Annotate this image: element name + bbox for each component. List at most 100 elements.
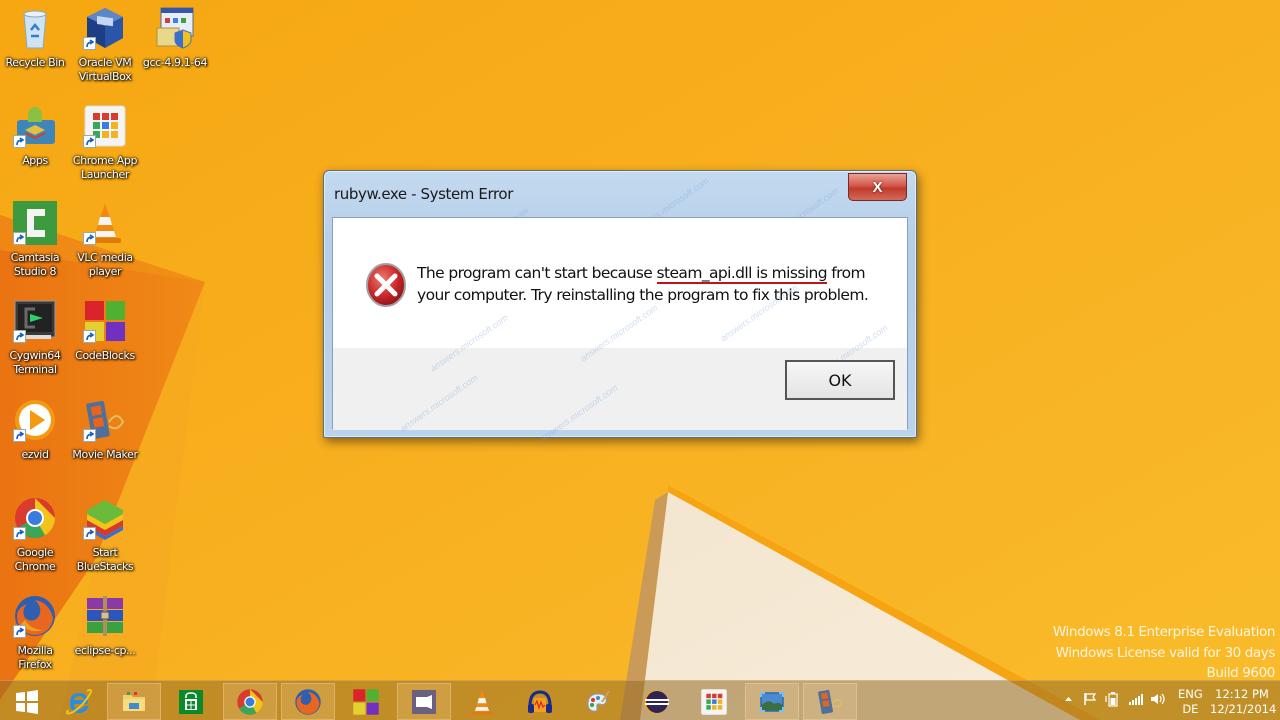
error-message: The program can't start because steam_ap… — [417, 262, 887, 306]
taskbar-file-explorer[interactable] — [107, 683, 161, 720]
watermark-license: Windows License valid for 30 days — [1055, 644, 1276, 661]
winrar-archive-icon — [83, 594, 127, 638]
camtasia-icon — [13, 201, 57, 245]
vlc-icon — [471, 688, 493, 715]
desktop-icon-label: Google Chrome — [14, 546, 56, 573]
chrome-icon — [237, 688, 263, 715]
close-button[interactable]: X — [848, 173, 907, 201]
shortcut-arrow-icon — [83, 135, 96, 148]
desktop-icon-label: Start BlueStacks — [76, 546, 134, 573]
desktop-icon-movie-maker[interactable]: Movie Maker — [70, 398, 140, 462]
battery-button[interactable] — [1105, 690, 1119, 708]
shortcut-arrow-icon — [83, 37, 96, 50]
taskbar-camtasia-recorder[interactable] — [397, 683, 451, 720]
shortcut-arrow-icon — [13, 625, 26, 638]
shortcut-arrow-icon — [13, 527, 26, 540]
bluestacks-icon — [83, 496, 127, 540]
watermark-edition: Windows 8.1 Enterprise Evaluation — [1052, 624, 1275, 640]
taskbar-firefox[interactable] — [281, 683, 335, 720]
desktop-icon-bluestacks[interactable]: Start BlueStacks — [70, 496, 140, 574]
language-primary: ENG — [1178, 687, 1203, 701]
shortcut-arrow-icon — [13, 330, 26, 343]
close-icon: X — [872, 178, 883, 196]
desktop-icon-recycle-bin[interactable]: Recycle Bin — [0, 6, 70, 70]
desktop-icon-vlc[interactable]: VLC media player — [70, 201, 140, 279]
taskbar-codeblocks[interactable] — [339, 683, 393, 720]
firefox-icon — [295, 688, 321, 715]
language-secondary: DE — [1182, 702, 1199, 716]
firefox-icon — [13, 594, 57, 638]
bluestacks-apps-icon — [13, 104, 57, 148]
terminal-icon — [13, 299, 57, 343]
movie-maker-icon — [818, 689, 843, 714]
windows-logo-icon — [16, 689, 38, 714]
desktop-icon-chrome-app-launcher[interactable]: Chrome App Launcher — [70, 104, 140, 182]
volume-button[interactable] — [1150, 692, 1168, 706]
flag-icon — [1084, 693, 1097, 705]
dialog-content: The program can't start because steam_ap… — [332, 217, 908, 443]
desktop-icon-label: eclipse-cp... — [74, 644, 136, 657]
desktop-icon-apps[interactable]: Apps — [0, 104, 70, 168]
dialog-title: rubyw.exe - System Error — [334, 185, 513, 203]
vlc-icon — [83, 201, 127, 245]
clock-date: 12/21/2014 — [1210, 702, 1277, 716]
desktop-icon-eclipse-archive[interactable]: eclipse-cp... — [70, 594, 140, 658]
desktop-icon-label: Recycle Bin — [5, 56, 65, 69]
desktop-icon-label: VLC media player — [77, 251, 133, 278]
desktop-icon-google-chrome[interactable]: Google Chrome — [0, 496, 70, 574]
shortcut-arrow-icon — [83, 232, 96, 245]
taskbar-vlc[interactable] — [455, 683, 509, 720]
taskbar-chrome-app-launcher[interactable] — [687, 683, 741, 720]
desktop-icon-label: gcc-4.9.1-64 — [142, 56, 208, 69]
speaker-icon — [1151, 693, 1165, 705]
audacity-icon — [528, 689, 552, 713]
ok-button[interactable]: OK — [785, 360, 895, 400]
desktop-icon-label: Movie Maker — [72, 448, 138, 461]
action-center-button[interactable] — [1083, 692, 1097, 706]
taskbar-store[interactable] — [164, 683, 218, 720]
app-launcher-icon — [701, 688, 727, 715]
desktop-icon-label: ezvid — [21, 448, 49, 461]
ie-icon — [66, 688, 92, 715]
desktop: Recycle Bin Oracle VM VirtualBox gcc-4.9… — [0, 0, 1280, 720]
show-hidden-icons-button[interactable] — [1064, 695, 1073, 703]
network-button[interactable] — [1128, 692, 1144, 706]
taskbar-movie-maker[interactable] — [803, 683, 857, 720]
taskbar-internet-explorer[interactable] — [52, 683, 106, 720]
photo-icon — [760, 691, 784, 712]
desktop-icon-codeblocks[interactable]: CodeBlocks — [70, 299, 140, 363]
desktop-icon-label: CodeBlocks — [75, 349, 135, 362]
language-indicator[interactable]: ENG DE — [1178, 687, 1203, 717]
battery-icon — [1105, 692, 1118, 707]
eclipse-icon — [644, 689, 669, 714]
desktop-icon-camtasia[interactable]: Camtasia Studio 8 — [0, 201, 70, 279]
ezvid-icon — [13, 398, 57, 442]
desktop-icon-ezvid[interactable]: ezvid — [0, 398, 70, 462]
shortcut-arrow-icon — [13, 135, 26, 148]
signal-bars-icon — [1129, 694, 1143, 705]
desktop-icon-cygwin[interactable]: Cygwin64 Terminal — [0, 299, 70, 377]
folder-icon — [123, 691, 145, 711]
message-highlight: steam_api.dll is missing — [656, 264, 828, 284]
chevron-up-icon — [1065, 697, 1072, 701]
clock[interactable]: 12:12 PM 12/21/2014 — [1210, 687, 1277, 717]
desktop-icon-virtualbox[interactable]: Oracle VM VirtualBox — [70, 6, 140, 84]
shortcut-arrow-icon — [13, 429, 26, 442]
desktop-icon-label: Oracle VM VirtualBox — [78, 56, 132, 83]
taskbar-photo-viewer[interactable] — [745, 683, 799, 720]
taskbar-eclipse[interactable] — [629, 683, 683, 720]
taskbar-paint[interactable] — [571, 683, 625, 720]
movie-maker-icon — [83, 398, 127, 442]
shortcut-arrow-icon — [13, 232, 26, 245]
codeblocks-icon — [353, 688, 379, 715]
paint-palette-icon — [587, 689, 610, 712]
chrome-icon — [13, 496, 57, 540]
taskbar-chrome[interactable] — [223, 683, 277, 720]
taskbar-audacity[interactable] — [513, 683, 567, 720]
message-text-start: The program can't start because — [417, 264, 657, 282]
start-button[interactable] — [0, 683, 54, 720]
shortcut-arrow-icon — [83, 330, 96, 343]
desktop-icon-firefox[interactable]: Mozilla Firefox — [0, 594, 70, 672]
desktop-icon-gcc[interactable]: gcc-4.9.1-64 — [140, 6, 210, 70]
shortcut-arrow-icon — [83, 429, 96, 442]
